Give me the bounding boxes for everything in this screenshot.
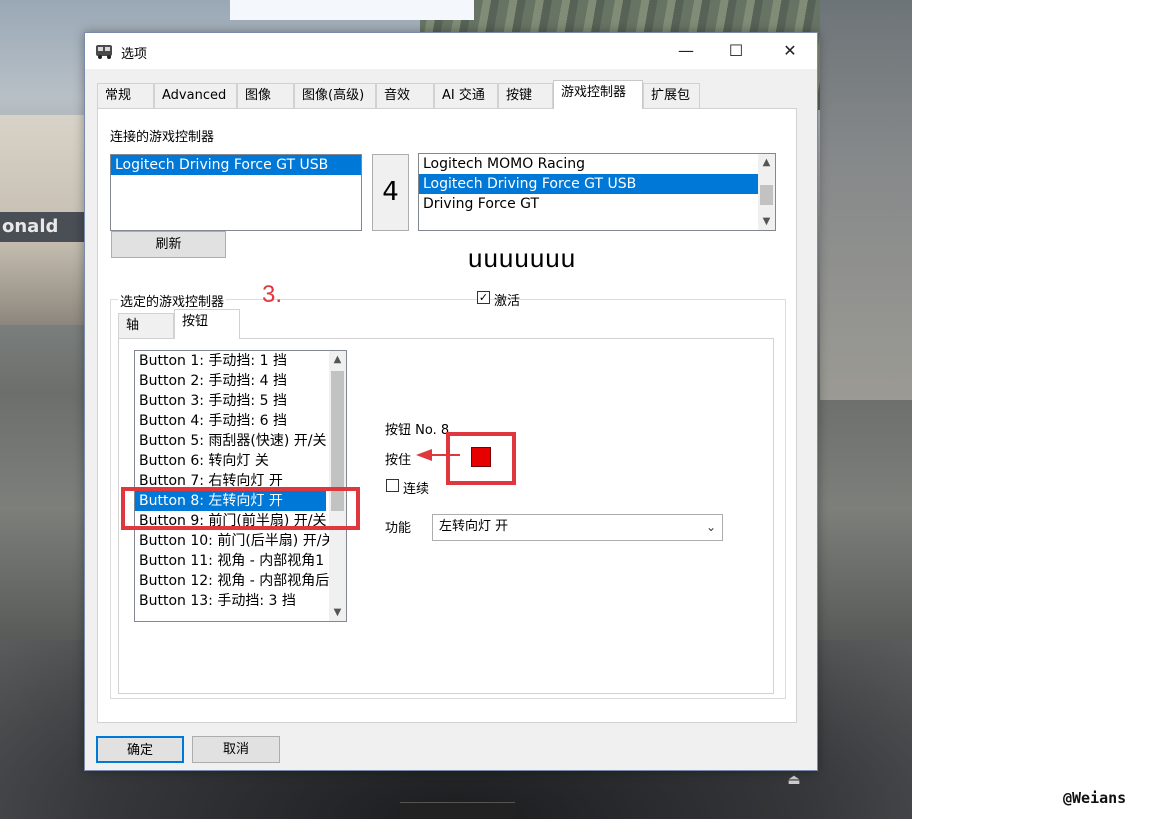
function-select-value: 左转向灯 开 [439, 519, 509, 534]
game-controller-panel: 连接的游戏控制器 Logitech Driving Force GT USB 刷… [97, 108, 797, 723]
top-overlay [230, 0, 474, 20]
dashboard-switch-strip [400, 802, 515, 819]
tab-general[interactable]: 常规 [97, 83, 154, 108]
list-item[interactable]: Button 10: 前门(后半扇) 开/关 [135, 531, 346, 551]
minimize-button[interactable]: — [663, 33, 709, 69]
title-bar: 选项 — ☐ ✕ [85, 33, 817, 69]
big-text: uuuuuuu [468, 243, 577, 273]
list-item[interactable]: Button 12: 视角 - 内部视角后 [135, 571, 346, 591]
tab-advanced[interactable]: Advanced [154, 83, 237, 108]
tab-addons[interactable]: 扩展包 [643, 83, 700, 108]
list-item[interactable]: Logitech Driving Force GT USB [419, 174, 758, 194]
connected-controllers-list[interactable]: Logitech Driving Force GT USB [110, 154, 362, 231]
list-item[interactable]: Driving Force GT [419, 194, 775, 214]
background-shelter [820, 0, 912, 400]
list-item[interactable]: Logitech MOMO Racing [419, 154, 775, 174]
continuous-label: 连续 [403, 482, 430, 497]
list-item[interactable]: Button 3: 手动挡: 5 挡 [135, 391, 346, 411]
function-select[interactable]: 左转向灯 开 ⌄ [432, 514, 723, 541]
tab-keys[interactable]: 按键 [498, 83, 553, 108]
list-item[interactable]: Button 4: 手动挡: 6 挡 [135, 411, 346, 431]
subtab-axis[interactable]: 轴 [118, 313, 174, 339]
close-button[interactable]: ✕ [767, 33, 813, 69]
pressed-label: 按住 [385, 453, 412, 468]
pressed-indicator [471, 447, 491, 467]
cancel-button[interactable]: 取消 [192, 736, 280, 763]
tab-ai-traffic[interactable]: AI 交通 [434, 83, 498, 108]
refresh-button[interactable]: 刷新 [111, 231, 226, 258]
device-list-scrollbar[interactable]: ▲ ▼ [758, 154, 775, 230]
list-item[interactable]: Button 6: 转向灯 关 [135, 451, 346, 471]
function-label: 功能 [385, 521, 412, 536]
tab-sound[interactable]: 音效 [376, 83, 434, 108]
list-item[interactable]: Button 1: 手动挡: 1 挡 [135, 351, 346, 371]
ok-button[interactable]: 确定 [96, 736, 184, 763]
continuous-checkbox[interactable] [386, 479, 399, 492]
list-item[interactable]: Logitech Driving Force GT USB [111, 155, 361, 175]
tab-game-controller[interactable]: 游戏控制器 [553, 80, 643, 109]
scroll-thumb[interactable] [760, 185, 773, 205]
device-list[interactable]: Logitech MOMO Racing Logitech Driving Fo… [418, 153, 776, 231]
list-item[interactable]: Button 13: 手动挡: 3 挡 [135, 591, 346, 611]
connected-controllers-label: 连接的游戏控制器 [110, 130, 215, 145]
activate-checkbox[interactable]: ✓ [477, 291, 490, 304]
background-sign: onald [0, 212, 86, 242]
tab-graphics-advanced[interactable]: 图像(高级) [294, 83, 376, 108]
chevron-up-icon[interactable]: ▲ [329, 351, 346, 368]
list-item[interactable]: Button 5: 雨刮器(快速) 开/关 [135, 431, 346, 451]
subtab-buttons[interactable]: 按钮 [174, 309, 240, 339]
buttons-list[interactable]: Button 1: 手动挡: 1 挡 Button 2: 手动挡: 4 挡 Bu… [134, 350, 347, 622]
buttons-list-scrollbar[interactable]: ▲ ▼ [329, 351, 346, 621]
chevron-down-icon: ⌄ [705, 520, 716, 534]
activate-label: 激活 [494, 294, 521, 309]
tab-graphics[interactable]: 图像 [237, 83, 294, 108]
app-bus-icon [96, 45, 112, 59]
selected-controller-label: 选定的游戏控制器 [118, 291, 227, 310]
controller-number-box: 4 [372, 154, 409, 231]
annotation-step-3: 3. [262, 281, 283, 308]
list-item[interactable]: Button 2: 手动挡: 4 挡 [135, 371, 346, 391]
list-item[interactable]: Button 11: 视角 - 内部视角1 [135, 551, 346, 571]
chevron-down-icon[interactable]: ▼ [329, 604, 346, 621]
dashboard-button-icon: ⏏ [787, 772, 801, 788]
button-number-label: 按钮 No. 8 [385, 423, 450, 438]
maximize-button[interactable]: ☐ [713, 33, 759, 69]
window-title: 选项 [121, 47, 148, 62]
chevron-up-icon[interactable]: ▲ [758, 154, 775, 171]
chevron-down-icon[interactable]: ▼ [758, 213, 775, 230]
highlight-selected-button [121, 487, 360, 530]
options-dialog: 选项 — ☐ ✕ 常规 Advanced 图像 图像(高级) 音效 AI 交通 … [84, 32, 818, 771]
watermark: @Weians [1063, 789, 1127, 807]
